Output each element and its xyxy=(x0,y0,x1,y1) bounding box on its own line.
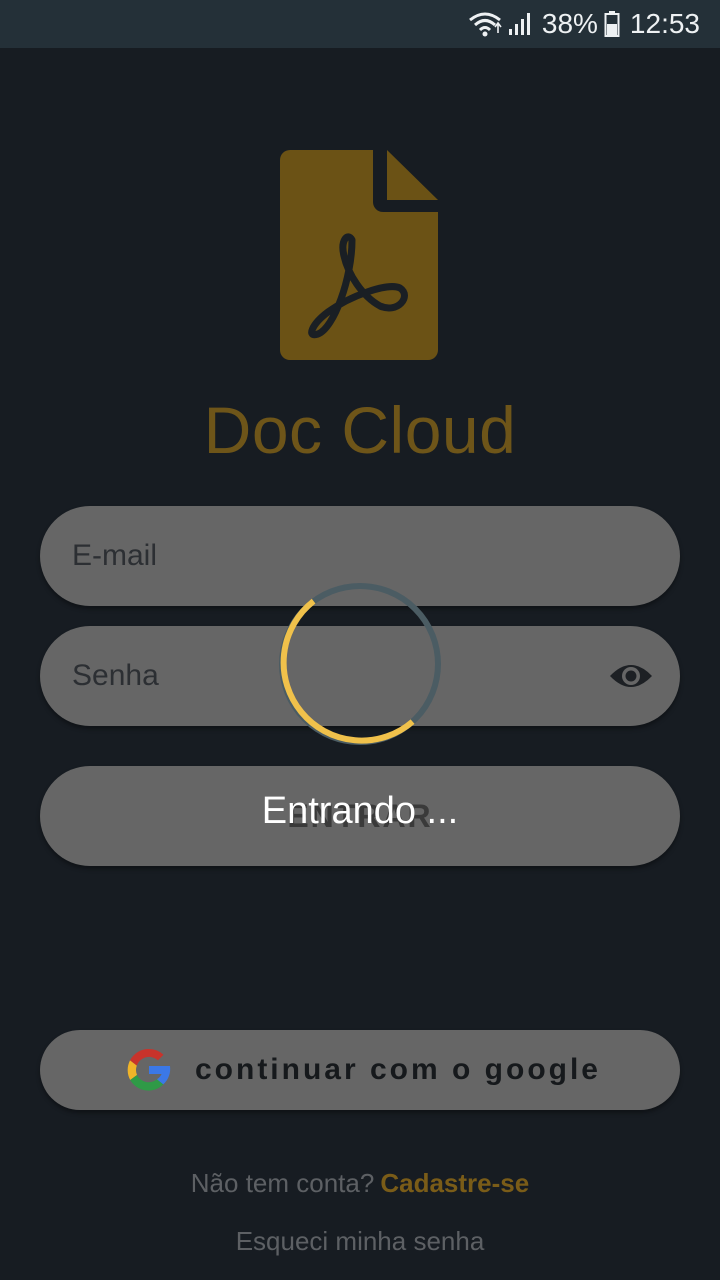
loading-text: Entrando ... xyxy=(261,790,459,832)
forgot-password-link[interactable]: Esqueci minha senha xyxy=(0,1226,720,1257)
password-placeholder: Senha xyxy=(72,659,159,692)
eye-icon[interactable] xyxy=(608,658,654,694)
google-icon xyxy=(119,1040,179,1100)
battery-icon xyxy=(604,10,620,38)
app-title: Doc Cloud xyxy=(203,393,517,467)
battery-percent: 38% xyxy=(541,8,598,39)
signal-icon xyxy=(508,11,534,37)
pdf-document-icon xyxy=(280,148,440,360)
no-account-text: Não tem conta? xyxy=(190,1168,375,1198)
status-bar: 38% 12:53 xyxy=(0,0,720,48)
google-button-label: continuar com o google xyxy=(194,1053,601,1086)
google-signin-button[interactable]: continuar com o google xyxy=(40,1030,680,1110)
email-placeholder: E-mail xyxy=(72,539,158,572)
wifi-icon xyxy=(468,11,502,37)
clock: 12:53 xyxy=(629,8,700,39)
signup-link[interactable]: Cadastre-se xyxy=(380,1168,529,1198)
signup-row: Não tem conta? Cadastre-se xyxy=(0,1168,720,1199)
loading-spinner xyxy=(276,580,444,748)
